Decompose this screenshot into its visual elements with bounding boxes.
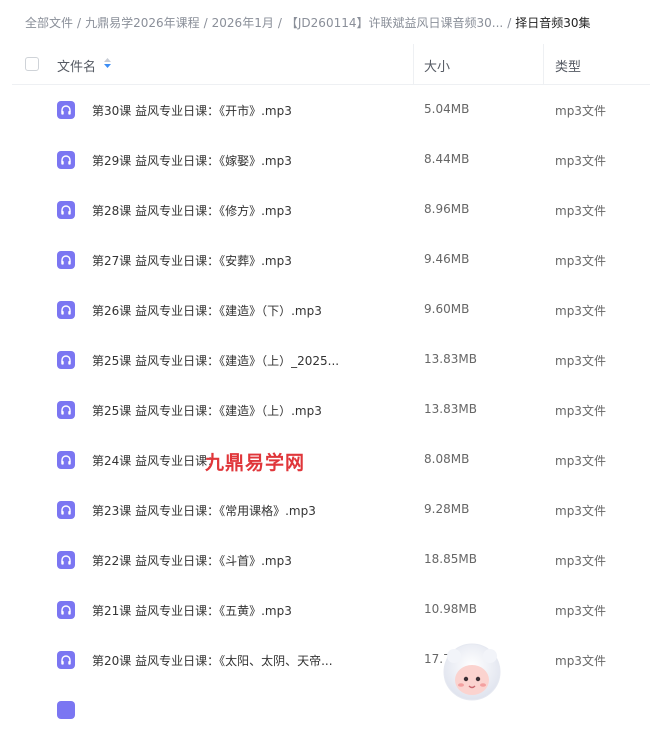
file-name[interactable]: 第26课 益风专业日课：《建造》（下）.mp3 <box>92 302 322 319</box>
headphones-icon <box>57 601 75 619</box>
file-name[interactable]: 第20课 益风专业日课：《太阳、太阴、天帝... <box>92 652 333 669</box>
headphones-icon <box>57 401 75 419</box>
breadcrumb-item-folder[interactable]: 【JD260114】许联斌益风日课音频30... <box>286 14 503 31</box>
table-row[interactable]: 第30课 益风专业日课：《开市》.mp3 5.04MB mp3文件 <box>12 85 650 135</box>
table-row[interactable]: 第21课 益风专业日课：《五黄》.mp3 10.98MB mp3文件 <box>12 585 650 635</box>
table-row[interactable]: 第29课 益风专业日课：《嫁娶》.mp3 8.44MB mp3文件 <box>12 135 650 185</box>
file-name[interactable]: 第28课 益风专业日课：《修方》.mp3 <box>92 202 292 219</box>
headphones-icon <box>57 351 75 369</box>
file-size: 9.28MB <box>424 502 470 516</box>
file-size: 10.98MB <box>424 602 477 616</box>
file-name[interactable]: 第25课 益风专业日课：《建造》（上）_2025... <box>92 352 339 369</box>
table-row[interactable]: 第20课 益风专业日课：《太阳、太阴、天帝... 17.7 mp3文件 <box>12 635 650 685</box>
table-row-partial[interactable] <box>12 685 650 735</box>
file-name[interactable]: 第27课 益风专业日课：《安葬》.mp3 <box>92 252 292 269</box>
breadcrumb-item-month[interactable]: 2026年1月 <box>212 14 274 31</box>
breadcrumb-current: 择日音频30集 <box>515 16 591 30</box>
headphones-icon <box>57 301 75 319</box>
file-name[interactable]: 第30课 益风专业日课：《开市》.mp3 <box>92 102 292 119</box>
file-type: mp3文件 <box>555 654 606 668</box>
headphones-icon <box>57 251 75 269</box>
file-name[interactable]: 第24课 益风专业日课： <box>92 452 219 469</box>
file-type: mp3文件 <box>555 504 606 518</box>
table-row[interactable]: 第28课 益风专业日课：《修方》.mp3 8.96MB mp3文件 <box>12 185 650 235</box>
file-type: mp3文件 <box>555 404 606 418</box>
file-type: mp3文件 <box>555 154 606 168</box>
breadcrumb-separator: / <box>277 16 282 30</box>
table-row[interactable]: 第22课 益风专业日课：《斗首》.mp3 18.85MB mp3文件 <box>12 535 650 585</box>
breadcrumb-item-all-files[interactable]: 全部文件 <box>25 14 73 31</box>
file-type: mp3文件 <box>555 554 606 568</box>
table-row[interactable]: 第27课 益风专业日课：《安葬》.mp3 9.46MB mp3文件 <box>12 235 650 285</box>
breadcrumb: 全部文件 / 九鼎易学2026年课程/2026年1月 / 【JD260114】许联斌益风… <box>25 14 650 34</box>
headphones-icon <box>57 551 75 569</box>
table-row[interactable]: 第25课 益风专业日课：《建造》（上）_2025... 13.83MB mp3文… <box>12 335 650 385</box>
file-name[interactable]: 第22课 益风专业日课：《斗首》.mp3 <box>92 552 292 569</box>
file-size: 9.46MB <box>424 252 470 266</box>
file-type: mp3文件 <box>555 354 606 368</box>
file-type: mp3文件 <box>555 204 606 218</box>
headphones-icon <box>57 651 75 669</box>
column-header-name[interactable]: 文件名 <box>57 56 96 75</box>
file-size: 8.08MB <box>424 452 470 466</box>
assistant-mascot-icon[interactable] <box>440 638 504 704</box>
file-name[interactable]: 第21课 益风专业日课：《五黄》.mp3 <box>92 602 292 619</box>
file-list: 第30课 益风专业日课：《开市》.mp3 5.04MB mp3文件 第29课 益… <box>12 85 650 735</box>
file-name[interactable]: 第25课 益风专业日课：《建造》（上）.mp3 <box>92 402 322 419</box>
column-divider[interactable] <box>413 44 414 84</box>
file-size: 5.04MB <box>424 102 470 116</box>
table-row[interactable]: 第23课 益风专业日课：《常用课格》.mp3 9.28MB mp3文件 <box>12 485 650 535</box>
file-type: mp3文件 <box>555 604 606 618</box>
file-size: 9.60MB <box>424 302 470 316</box>
file-size: 8.44MB <box>424 152 470 166</box>
breadcrumb-item-courses[interactable]: 九鼎易学2026年课程 <box>85 14 200 31</box>
file-type: mp3文件 <box>555 254 606 268</box>
table-header: 文件名 大小 类型 <box>12 44 650 85</box>
headphones-icon <box>57 201 75 219</box>
breadcrumb-separator: / <box>203 16 208 30</box>
table-row[interactable]: 第26课 益风专业日课：《建造》（下）.mp3 9.60MB mp3文件 <box>12 285 650 335</box>
column-divider[interactable] <box>543 44 544 84</box>
file-type: mp3文件 <box>555 104 606 118</box>
file-size: 18.85MB <box>424 552 477 566</box>
file-type: mp3文件 <box>555 304 606 318</box>
column-header-size[interactable]: 大小 <box>424 56 450 75</box>
table-row[interactable]: 第24课 益风专业日课： 8.08MB mp3文件 <box>12 435 650 485</box>
breadcrumb-separator: / <box>77 16 82 30</box>
table-row[interactable]: 第25课 益风专业日课：《建造》（上）.mp3 13.83MB mp3文件 <box>12 385 650 435</box>
headphones-icon <box>57 451 75 469</box>
select-all-checkbox[interactable] <box>25 57 39 71</box>
file-size: 8.96MB <box>424 202 470 216</box>
file-type: mp3文件 <box>555 454 606 468</box>
file-name[interactable]: 第29课 益风专业日课：《嫁娶》.mp3 <box>92 152 292 169</box>
watermark: 九鼎易学网 <box>205 452 306 474</box>
sort-icon[interactable] <box>104 58 111 71</box>
file-size: 13.83MB <box>424 352 477 366</box>
headphones-icon <box>57 501 75 519</box>
column-header-type[interactable]: 类型 <box>555 56 581 75</box>
breadcrumb-separator: / <box>507 16 512 30</box>
file-name[interactable]: 第23课 益风专业日课：《常用课格》.mp3 <box>92 502 316 519</box>
file-size: 13.83MB <box>424 402 477 416</box>
headphones-icon <box>57 151 75 169</box>
headphones-icon <box>57 101 75 119</box>
